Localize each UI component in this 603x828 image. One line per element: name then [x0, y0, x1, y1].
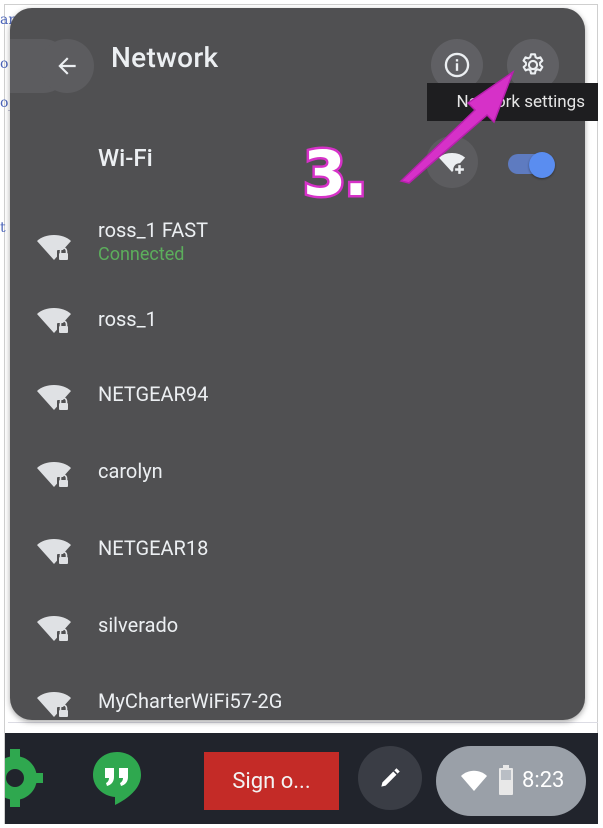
annotation-arrow: [399, 70, 515, 184]
page-title: Network: [111, 41, 219, 74]
network-name: MyCharterWiFi57-2G: [98, 689, 283, 713]
network-item[interactable]: carolyn: [10, 454, 585, 514]
network-name: silverado: [98, 613, 179, 637]
network-item[interactable]: ross_1: [10, 300, 585, 360]
network-name: ross_1 FAST: [98, 218, 209, 242]
shelf: Sign o... 8:23: [5, 733, 598, 824]
network-name: NETGEAR94: [98, 382, 209, 406]
wifi-lock-icon: [37, 692, 71, 717]
wifi-lock-icon: [37, 385, 71, 410]
background-divider: [8, 722, 598, 723]
wifi-lock-icon: [37, 462, 71, 487]
status-tray[interactable]: 8:23: [436, 746, 586, 816]
wifi-label: Wi-Fi: [98, 144, 153, 172]
network-item[interactable]: NETGEAR18: [10, 531, 585, 591]
wifi-lock-icon: [37, 539, 71, 564]
arrow-left-icon: [58, 57, 76, 75]
background-text: t: [0, 220, 6, 236]
wifi-icon: [461, 770, 487, 791]
network-name: ross_1: [98, 307, 157, 331]
settings-app-icon[interactable]: [5, 743, 45, 813]
step-annotation: 3.: [301, 135, 371, 213]
back-button[interactable]: [40, 39, 94, 93]
network-status: Connected: [98, 244, 185, 265]
network-item[interactable]: ross_1 FAST Connected: [10, 218, 585, 278]
network-name: carolyn: [98, 459, 163, 483]
hangouts-icon[interactable]: [91, 750, 143, 806]
clock: 8:23: [522, 768, 565, 793]
background-text: o: [0, 95, 9, 111]
network-item[interactable]: MyCharterWiFi57-2G: [10, 685, 585, 720]
wifi-lock-icon: [37, 616, 71, 641]
background-text: o: [0, 56, 9, 72]
wifi-lock-icon: [37, 235, 71, 260]
sign-out-button[interactable]: Sign o...: [204, 752, 339, 810]
network-name: NETGEAR18: [98, 536, 209, 560]
wifi-toggle[interactable]: [529, 152, 555, 178]
network-item[interactable]: NETGEAR94: [10, 377, 585, 437]
pen-icon: [381, 768, 400, 787]
network-item[interactable]: silverado: [10, 608, 585, 668]
battery-icon: [499, 765, 513, 795]
stylus-button[interactable]: [358, 746, 422, 810]
wifi-lock-icon: [37, 308, 71, 333]
gear-icon: [522, 53, 544, 75]
